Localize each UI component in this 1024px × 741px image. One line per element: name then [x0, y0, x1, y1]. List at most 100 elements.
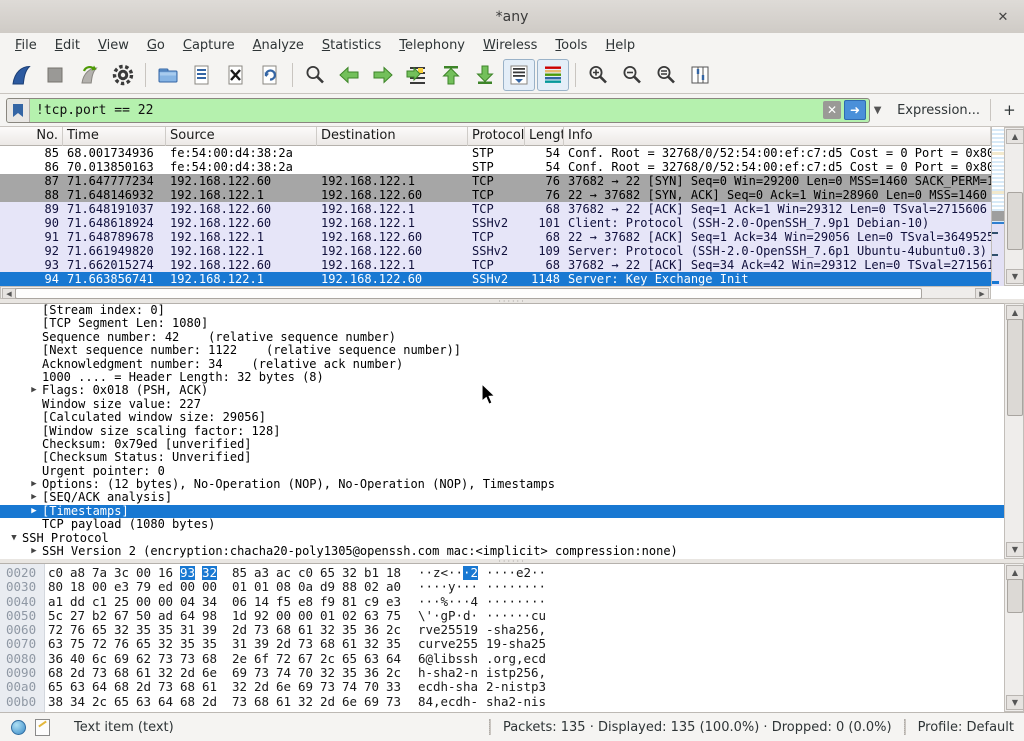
capture-start-icon[interactable]	[5, 59, 37, 91]
resize-columns-icon[interactable]	[684, 59, 716, 91]
scroll-down-icon[interactable]: ▼	[1006, 269, 1024, 284]
hex-row[interactable]: 0020c0a87a3c0016933285a3acc06532b118··z<…	[0, 566, 1024, 580]
scroll-right-icon[interactable]: ▶	[975, 288, 989, 299]
detail-line[interactable]: ▼SSH Protocol	[0, 532, 1024, 545]
detail-line[interactable]: Urgent pointer: 0	[0, 465, 1024, 478]
go-back-icon[interactable]	[333, 59, 365, 91]
detail-line[interactable]: TCP payload (1080 bytes)	[0, 518, 1024, 531]
scrollbar-thumb[interactable]	[1007, 579, 1023, 613]
detail-line[interactable]: [Calculated window size: 29056]	[0, 411, 1024, 424]
hex-row[interactable]: 00505c27b26750ad64981d92000001026375\'·g…	[0, 609, 1024, 623]
zoom-out-icon[interactable]	[616, 59, 648, 91]
detail-line[interactable]: 1000 .... = Header Length: 32 bytes (8)	[0, 371, 1024, 384]
menu-statistics[interactable]: Statistics	[313, 36, 390, 55]
details-vscrollbar[interactable]: ▲ ▼	[1004, 303, 1024, 559]
detail-line[interactable]: Acknowledgment number: 34 (relative ack …	[0, 358, 1024, 371]
detail-line[interactable]: Checksum: 0x79ed [unverified]	[0, 438, 1024, 451]
column-header-info[interactable]: Info	[564, 127, 991, 146]
add-filter-button[interactable]: +	[1001, 101, 1018, 119]
expander-closed-icon[interactable]: ▶	[26, 505, 42, 518]
hex-row[interactable]: 008036406c69627373682e6f72672c6563646@li…	[0, 652, 1024, 666]
scrollbar-thumb[interactable]	[1007, 319, 1023, 416]
scroll-up-icon[interactable]: ▲	[1006, 129, 1024, 144]
hex-row[interactable]: 006072766532353531392d7368613235362crve2…	[0, 623, 1024, 637]
packet-row[interactable]: 8771.647777234192.168.122.60192.168.122.…	[0, 174, 991, 188]
detail-line[interactable]: Window size value: 227	[0, 398, 1024, 411]
expander-closed-icon[interactable]: ▶	[26, 478, 42, 491]
hex-row[interactable]: 0030801800e379ed00000101080ad98802a0····…	[0, 580, 1024, 594]
file-close-icon[interactable]	[220, 59, 252, 91]
detail-line[interactable]: ▶[Timestamps]	[0, 505, 1024, 518]
hex-row[interactable]: 0070637572766532353531392d7368613235curv…	[0, 637, 1024, 651]
expression-button[interactable]: Expression...	[897, 103, 980, 118]
packet-row[interactable]: 8871.648146932192.168.122.1192.168.122.6…	[0, 188, 991, 202]
file-reload-icon[interactable]	[254, 59, 286, 91]
menu-wireless[interactable]: Wireless	[474, 36, 546, 55]
packet-list-vscrollbar[interactable]: ▲ ▼	[1004, 127, 1024, 286]
close-window-button[interactable]: ✕	[994, 8, 1012, 26]
hex-row[interactable]: 0040a1ddc125000004340614f5e8f981c9e3···%…	[0, 595, 1024, 609]
column-header-destination[interactable]: Destination	[317, 127, 468, 146]
column-header-protocol[interactable]: Protocol	[468, 127, 525, 146]
hex-row[interactable]: 00a0656364682d736861322d6e6973747033ecdh…	[0, 680, 1024, 694]
menu-help[interactable]: Help	[596, 36, 644, 55]
packet-row[interactable]: 9071.648618924192.168.122.60192.168.122.…	[0, 216, 991, 230]
packet-row[interactable]: 9271.661949820192.168.122.1192.168.122.6…	[0, 244, 991, 258]
detail-line[interactable]: ▶Options: (12 bytes), No-Operation (NOP)…	[0, 478, 1024, 491]
go-first-icon[interactable]	[435, 59, 467, 91]
packet-row[interactable]: 9471.663856741192.168.122.1192.168.122.6…	[0, 272, 991, 286]
menu-go[interactable]: Go	[138, 36, 174, 55]
detail-line[interactable]: ▶Flags: 0x018 (PSH, ACK)	[0, 384, 1024, 397]
file-open-icon[interactable]	[152, 59, 184, 91]
bytes-vscrollbar[interactable]: ▲ ▼	[1004, 563, 1024, 712]
go-forward-icon[interactable]	[367, 59, 399, 91]
capture-options-icon[interactable]	[107, 59, 139, 91]
hex-row[interactable]: 0090682d736861322d6e697374703235362ch-sh…	[0, 666, 1024, 680]
expander-closed-icon[interactable]: ▶	[26, 545, 42, 558]
expander-closed-icon[interactable]: ▶	[26, 384, 42, 397]
profile-selector[interactable]: Profile: Default	[918, 720, 1014, 735]
detail-line[interactable]: ▶[SEQ/ACK analysis]	[0, 491, 1024, 504]
filter-apply-icon[interactable]: ➜	[844, 100, 866, 120]
menu-edit[interactable]: Edit	[46, 36, 89, 55]
filter-history-dropdown-icon[interactable]: ▼	[872, 105, 883, 116]
capture-stop-icon[interactable]	[39, 59, 71, 91]
scrollbar-thumb[interactable]	[1007, 192, 1023, 250]
column-header-length[interactable]: Length	[525, 127, 564, 146]
capture-comment-icon[interactable]	[35, 719, 50, 736]
expander-closed-icon[interactable]: ▶	[26, 491, 42, 504]
auto-scroll-toggle-icon[interactable]	[503, 59, 535, 91]
hex-row[interactable]: 00b038342c656364682d736861322d6e697384,e…	[0, 695, 1024, 709]
detail-line[interactable]: [Checksum Status: Unverified]	[0, 451, 1024, 464]
detail-line[interactable]: [Next sequence number: 1122 (relative se…	[0, 344, 1024, 357]
scroll-left-icon[interactable]: ◀	[2, 288, 16, 299]
go-last-icon[interactable]	[469, 59, 501, 91]
scrollbar-thumb[interactable]	[15, 288, 922, 299]
zoom-in-icon[interactable]	[582, 59, 614, 91]
packet-row[interactable]: 9371.662015274192.168.122.60192.168.122.…	[0, 258, 991, 272]
packet-row[interactable]: 8971.648191037192.168.122.60192.168.122.…	[0, 202, 991, 216]
menu-tools[interactable]: Tools	[546, 36, 596, 55]
filter-bookmark-icon[interactable]	[7, 99, 30, 122]
zoom-100-icon[interactable]	[650, 59, 682, 91]
go-to-packet-icon[interactable]	[401, 59, 433, 91]
find-packet-icon[interactable]	[299, 59, 331, 91]
detail-line[interactable]: Sequence number: 42 (relative sequence n…	[0, 331, 1024, 344]
expander-open-icon[interactable]: ▼	[6, 532, 22, 545]
expert-info-icon[interactable]	[11, 720, 26, 735]
detail-line[interactable]: [Stream index: 0]	[0, 304, 1024, 317]
scroll-up-icon[interactable]: ▲	[1006, 565, 1024, 580]
packet-list-hscrollbar[interactable]: ◀ ▶	[0, 286, 991, 299]
scroll-down-icon[interactable]: ▼	[1006, 695, 1024, 710]
intelligent-scrollbar-map[interactable]	[991, 127, 1004, 286]
column-header-time[interactable]: Time	[63, 127, 166, 146]
filter-clear-icon[interactable]: ✕	[823, 101, 841, 119]
colorize-toggle-icon[interactable]	[537, 59, 569, 91]
capture-restart-icon[interactable]	[73, 59, 105, 91]
menu-view[interactable]: View	[89, 36, 138, 55]
menu-analyze[interactable]: Analyze	[244, 36, 313, 55]
display-filter-value[interactable]: !tcp.port == 22	[30, 103, 823, 118]
column-header-no[interactable]: No.	[0, 127, 63, 146]
menu-file[interactable]: File	[6, 36, 46, 55]
packet-row[interactable]: 8670.013850163fe:54:00:d4:38:2aSTP54Conf…	[0, 160, 991, 174]
